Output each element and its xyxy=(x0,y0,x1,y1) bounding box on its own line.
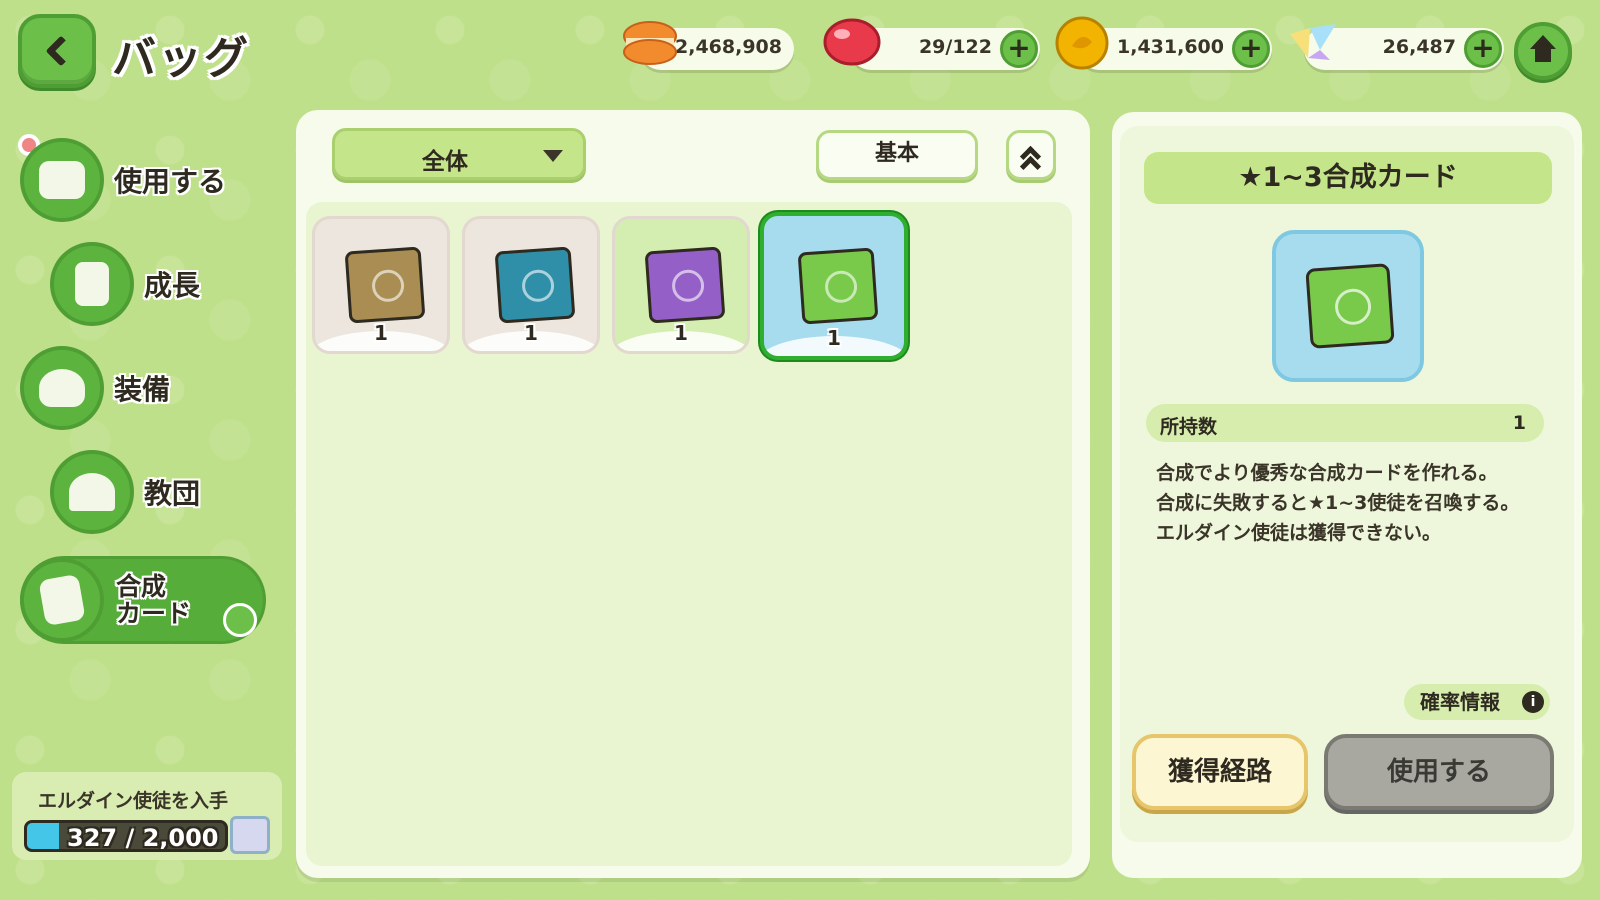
probability-info-button[interactable]: 確率情報 i xyxy=(1404,684,1550,720)
apostle-progress-text: 327 / 2,000 xyxy=(67,824,219,852)
item-slot[interactable]: 1 xyxy=(462,216,600,354)
resource-value: 1,431,600 xyxy=(1117,36,1224,58)
sort-button[interactable]: 基本 xyxy=(816,130,978,180)
item-detail-image xyxy=(1272,230,1424,382)
sort-direction-button[interactable] xyxy=(1006,130,1056,180)
synthesis-card-icon xyxy=(797,247,879,325)
item-slot[interactable]: 1 xyxy=(612,216,750,354)
candy-icon xyxy=(823,18,881,66)
temple-icon xyxy=(50,450,134,534)
item-count: 1 xyxy=(827,326,841,350)
reward-card-icon[interactable] xyxy=(230,816,270,854)
gold-coin-icon xyxy=(1055,16,1109,70)
chest-icon xyxy=(20,138,104,222)
item-count: 1 xyxy=(674,321,688,345)
description-line: エルダイン使徒は獲得できない。 xyxy=(1156,522,1442,544)
use-button[interactable]: 使用する xyxy=(1324,734,1554,810)
acquisition-route-button[interactable]: 獲得経路 xyxy=(1132,734,1308,810)
synthesis-card-icon xyxy=(644,246,726,324)
nav-item-order[interactable]: 教団 xyxy=(50,450,200,534)
resource-value: 26,487 xyxy=(1382,36,1456,58)
synthesis-card-icon xyxy=(494,246,576,324)
potion-icon xyxy=(50,242,134,326)
crystal-icon xyxy=(1290,24,1336,60)
info-icon: i xyxy=(1522,691,1544,713)
leaf-icon xyxy=(223,603,257,637)
chevron-left-icon xyxy=(45,35,77,67)
probability-info-label: 確率情報 xyxy=(1420,690,1500,714)
macaron-icon xyxy=(623,21,677,65)
add-gold-button[interactable]: + xyxy=(1232,30,1270,68)
caret-down-icon xyxy=(543,150,563,162)
description-line: 合成に失敗すると★1~3使徒を召喚する。 xyxy=(1156,492,1520,514)
apostle-progress-bar: 327 / 2,000 xyxy=(24,820,228,852)
owned-count-value: 1 xyxy=(1512,412,1526,434)
item-detail-title: ★1~3合成カード xyxy=(1144,152,1552,204)
category-dropdown[interactable]: 全体 xyxy=(332,128,586,180)
item-count: 1 xyxy=(374,321,388,345)
item-slot[interactable]: 1 xyxy=(312,216,450,354)
nav-item-label: 成長 xyxy=(144,269,201,302)
nav-item-label: 合成 カード xyxy=(116,572,192,628)
inventory-panel: 全体 基本 1 1 1 1 xyxy=(296,110,1090,878)
owned-count-row: 所持数 1 xyxy=(1146,404,1544,442)
nav-item-equipment[interactable]: 装備 xyxy=(20,346,170,430)
apostle-progress-box: エルダイン使徒を入手 327 / 2,000 xyxy=(12,772,282,860)
nav-item-label: 使用する xyxy=(114,165,227,198)
nav-item-label: 装備 xyxy=(114,373,171,406)
home-button[interactable] xyxy=(1514,22,1572,80)
item-slot-selected[interactable]: 1 xyxy=(760,212,908,360)
category-dropdown-label: 全体 xyxy=(422,149,468,175)
nav-item-label: 教団 xyxy=(144,477,201,510)
item-grid: 1 1 1 1 xyxy=(306,202,1072,866)
description-line: 合成でより優秀な合成カードを作れる。 xyxy=(1156,462,1498,484)
add-candy-button[interactable]: + xyxy=(1000,30,1038,68)
nav-item-synthesis-card[interactable]: 合成 カード xyxy=(20,556,266,644)
nav-item-use[interactable]: 使用する xyxy=(20,138,226,222)
item-detail-panel: ★1~3合成カード 所持数 1 合成でより優秀な合成カードを作れる。 合成に失敗… xyxy=(1112,112,1582,878)
equipment-icon xyxy=(20,346,104,430)
item-count: 1 xyxy=(524,321,538,345)
home-icon xyxy=(1530,35,1556,49)
synthesis-card-icon xyxy=(1305,263,1395,349)
resource-value: 29/122 xyxy=(918,36,992,58)
apostle-progress-title: エルダイン使徒を入手 xyxy=(38,790,229,812)
nav-item-growth[interactable]: 成長 xyxy=(50,242,200,326)
card-icon xyxy=(20,558,104,642)
resource-value: 2,468,908 xyxy=(675,36,782,58)
apostle-progress-fill xyxy=(27,823,60,849)
page-title: バッグ xyxy=(112,33,250,84)
synthesis-card-icon xyxy=(344,246,426,324)
owned-count-label: 所持数 xyxy=(1160,416,1218,438)
back-button[interactable] xyxy=(18,14,96,88)
add-crystal-button[interactable]: + xyxy=(1464,30,1502,68)
item-description: 合成でより優秀な合成カードを作れる。 合成に失敗すると★1~3使徒を召喚する。 … xyxy=(1156,458,1536,548)
